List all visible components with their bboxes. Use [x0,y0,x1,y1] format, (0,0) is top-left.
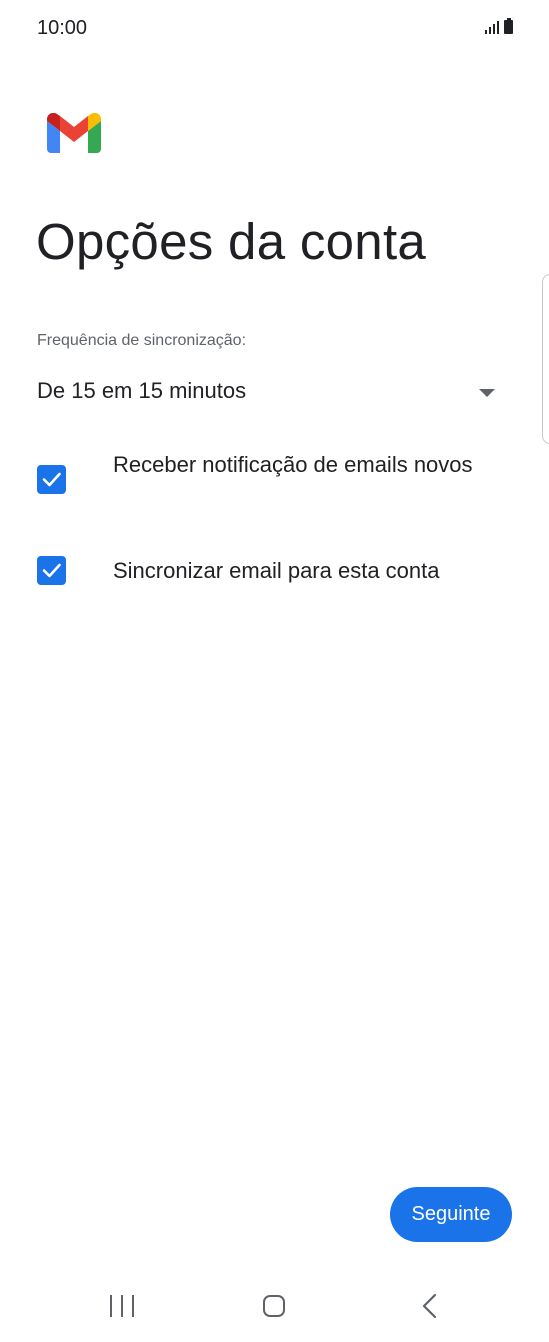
signal-icon [485,20,499,34]
sync-frequency-value: De 15 em 15 minutos [37,378,247,403]
dropdown-arrow-icon [479,389,495,397]
battery-icon [504,18,513,34]
notify-new-emails-label: Receber notificação de emails novos [113,452,473,477]
check-icon [42,563,61,578]
sync-frequency-dropdown[interactable]: De 15 em 15 minutos [37,372,507,412]
status-icons [485,18,513,34]
page-title: Opções da conta [36,213,427,270]
gmail-logo [47,113,101,153]
sync-email-label: Sincronizar email para esta conta [113,558,440,583]
sync-email-checkbox[interactable] [37,556,66,585]
next-button[interactable]: Seguinte [390,1187,512,1242]
status-time: 10:00 [37,17,88,39]
back-icon[interactable] [421,1293,437,1319]
check-icon [42,472,61,487]
notify-new-emails-checkbox[interactable] [37,465,66,494]
recent-apps-icon[interactable] [110,1295,134,1317]
sync-frequency-label: Frequência de sincronização: [37,332,247,349]
home-icon[interactable] [263,1295,285,1317]
scroll-indicator [542,274,549,444]
status-bar: 10:00 [0,0,549,60]
navigation-bar [0,1278,549,1334]
sync-email-option[interactable]: Sincronizar email para esta conta [37,556,507,586]
notify-new-emails-option[interactable]: Receber notificação de emails novos [37,450,507,510]
